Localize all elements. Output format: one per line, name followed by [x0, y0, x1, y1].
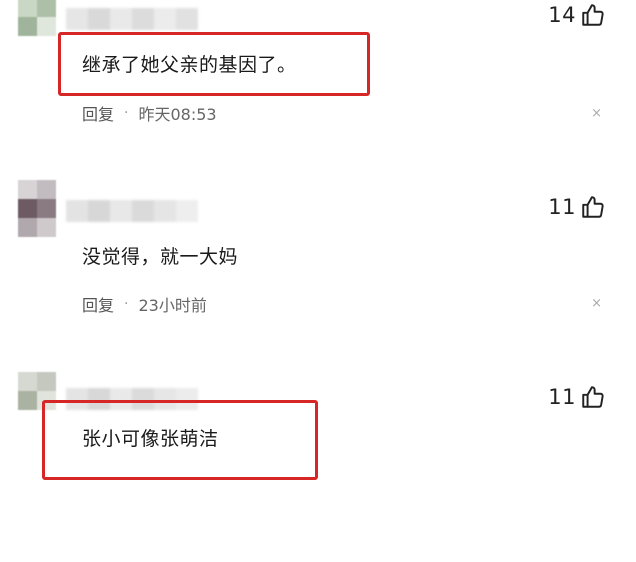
username[interactable] — [66, 200, 198, 222]
like-control[interactable]: 11 — [548, 384, 606, 410]
meta-separator: · — [124, 296, 129, 312]
reply-button[interactable]: 回复 — [82, 292, 114, 316]
avatar[interactable] — [18, 0, 56, 54]
like-control[interactable]: 14 — [548, 2, 606, 28]
comment-item: 14 继承了她父亲的基因了。 回复 · 昨天08:53 × — [0, 0, 636, 188]
timestamp: 昨天08:53 — [138, 105, 217, 124]
thumbs-up-icon[interactable] — [580, 194, 606, 220]
thumbs-up-icon[interactable] — [580, 384, 606, 410]
like-count: 11 — [548, 385, 576, 409]
comment-text: 张小可像张萌洁 — [82, 428, 219, 450]
timestamp: 23小时前 — [138, 296, 207, 315]
avatar[interactable] — [18, 180, 56, 237]
comment-text: 没觉得，就一大妈 — [82, 246, 239, 268]
like-control[interactable]: 11 — [548, 194, 606, 220]
like-count: 11 — [548, 195, 576, 219]
comment-text: 继承了她父亲的基因了。 — [82, 54, 297, 76]
comment-item: 11 张小可像张萌洁 — [0, 372, 636, 562]
close-icon[interactable]: × — [591, 296, 602, 311]
username[interactable] — [66, 8, 198, 30]
comment-meta: 回复 · 23小时前 — [82, 292, 207, 316]
close-icon[interactable]: × — [591, 106, 602, 121]
meta-separator: · — [124, 105, 129, 121]
comment-item: 11 没觉得，就一大妈 回复 · 23小时前 × — [0, 180, 636, 370]
reply-button[interactable]: 回复 — [82, 101, 114, 125]
thumbs-up-icon[interactable] — [580, 2, 606, 28]
like-count: 14 — [548, 3, 576, 27]
comment-meta: 回复 · 昨天08:53 — [82, 101, 217, 125]
